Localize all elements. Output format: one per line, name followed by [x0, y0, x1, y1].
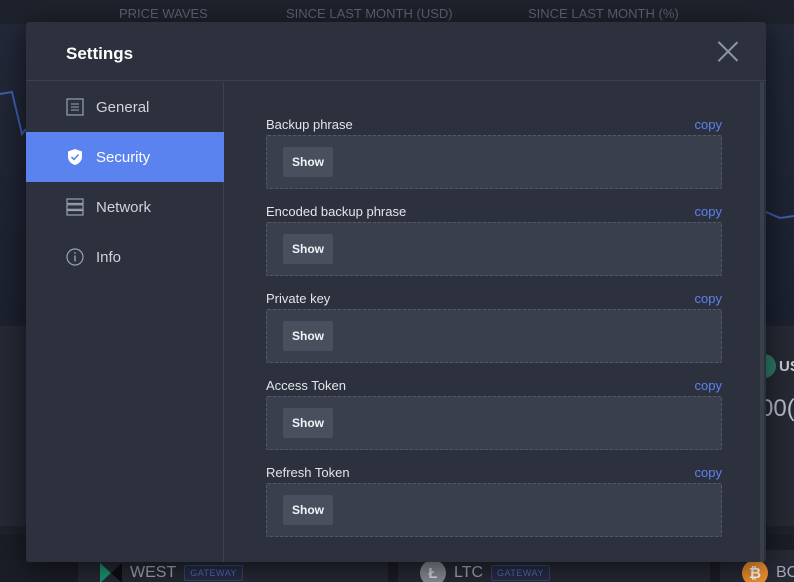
secret-box: Show: [266, 483, 722, 537]
secret-box: Show: [266, 135, 722, 189]
asset-name: WEST: [130, 564, 177, 581]
gateway-badge: GATEWAY: [491, 565, 550, 581]
secret-box: Show: [266, 309, 722, 363]
show-button[interactable]: Show: [283, 147, 333, 177]
bitcoin-icon: ₿: [742, 560, 768, 582]
modal-title: Settings: [66, 44, 134, 63]
server-icon: [66, 198, 84, 216]
litecoin-icon: Ł: [420, 560, 446, 582]
header-since-last-month-pct: SINCE LAST MONTH (%): [528, 6, 679, 21]
west-icon: [100, 560, 122, 582]
show-button[interactable]: Show: [283, 321, 333, 351]
show-button[interactable]: Show: [283, 408, 333, 438]
sidebar-item-info[interactable]: Info: [26, 232, 224, 282]
header-price-waves: PRICE WAVES: [119, 6, 208, 21]
shield-icon: [66, 148, 84, 166]
secret-box: Show: [266, 396, 722, 450]
asset-btc: ₿ BC: [742, 560, 794, 582]
field-label: Refresh Token: [266, 465, 350, 480]
modal-header: Settings: [26, 22, 766, 81]
copy-link[interactable]: copy: [695, 204, 722, 219]
asset-name: LTC: [454, 564, 484, 581]
sidebar-item-label: Info: [96, 248, 122, 266]
asset-ltc: Ł LTC GATEWAY: [420, 560, 550, 582]
copy-link[interactable]: copy: [695, 378, 722, 393]
copy-link[interactable]: copy: [695, 465, 722, 480]
security-panel: Backup phrase copy Show Encoded backup p…: [225, 82, 766, 562]
sidebar-item-security[interactable]: Security: [26, 132, 224, 182]
info-icon: [66, 248, 84, 266]
gateway-badge: GATEWAY: [184, 565, 244, 581]
settings-sidebar: General Security Network Info: [26, 82, 224, 562]
list-icon: [66, 98, 84, 116]
copy-link[interactable]: copy: [695, 117, 722, 132]
sidebar-item-network[interactable]: Network: [26, 182, 224, 232]
sidebar-item-general[interactable]: General: [26, 82, 224, 132]
panel-scrollbar[interactable]: [760, 82, 764, 562]
background-stats-header: PRICE WAVES SINCE LAST MONTH (USD) SINCE…: [0, 0, 794, 24]
close-icon[interactable]: [717, 41, 739, 63]
asset-name: BC: [776, 564, 794, 581]
show-button[interactable]: Show: [283, 495, 333, 525]
field-label: Encoded backup phrase: [266, 204, 407, 219]
field-label: Private key: [266, 291, 331, 306]
sidebar-item-label: Network: [96, 198, 152, 216]
field-label: Backup phrase: [266, 117, 353, 132]
field-label: Access Token: [266, 378, 346, 393]
copy-link[interactable]: copy: [695, 291, 722, 306]
sidebar-item-label: General: [96, 98, 150, 116]
asset-west: WEST GATEWAY: [100, 560, 244, 582]
secret-box: Show: [266, 222, 722, 276]
settings-modal: Settings General Security Network Info B…: [26, 22, 766, 562]
show-button[interactable]: Show: [283, 234, 333, 264]
right-ticker: US: [779, 358, 794, 375]
sidebar-item-label: Security: [96, 148, 151, 166]
header-since-last-month-usd: SINCE LAST MONTH (USD): [286, 6, 453, 21]
